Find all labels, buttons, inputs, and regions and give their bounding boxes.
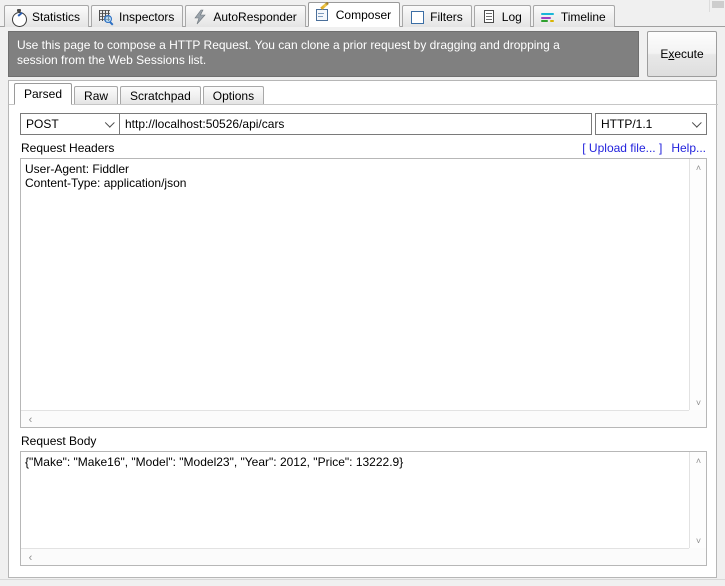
execute-button[interactable]: Ex ecute xyxy=(647,31,717,77)
tab-parsed-label: Parsed xyxy=(24,87,63,101)
request-body-horizontal-scrollbar[interactable]: ‹ › xyxy=(21,548,706,565)
tab-composer[interactable]: Composer xyxy=(307,1,401,27)
url-input[interactable]: http://localhost:50526/api/cars xyxy=(120,113,592,135)
composer-tab-strip: Parsed Raw Scratchpad Options xyxy=(14,83,266,105)
instruction-line-2: session from the Web Sessions list. xyxy=(17,53,207,67)
log-icon xyxy=(481,9,497,25)
request-headers-title: Request Headers xyxy=(21,141,115,155)
tab-filters-label: Filters xyxy=(430,9,463,24)
request-headers-labels: Request Headers [ Upload file... ] Help.… xyxy=(9,141,718,158)
tab-log[interactable]: Log xyxy=(473,5,531,27)
composer-header: Use this page to compose a HTTP Request.… xyxy=(8,31,717,77)
request-headers-value: User-Agent: Fiddler Content-Type: applic… xyxy=(25,162,187,190)
scrollbar-corner xyxy=(689,410,706,427)
scroll-up-icon[interactable]: ˄ xyxy=(690,159,707,176)
instruction-banner: Use this page to compose a HTTP Request.… xyxy=(8,31,639,77)
chevron-down-icon xyxy=(691,117,702,128)
composer-panel: Parsed Raw Scratchpad Options POST http:… xyxy=(8,80,718,578)
scrollbar-corner xyxy=(689,548,706,565)
tab-autoresponder[interactable]: AutoResponder xyxy=(185,5,306,27)
tab-scratchpad[interactable]: Scratchpad xyxy=(120,86,201,105)
http-method-select[interactable]: POST xyxy=(20,113,120,135)
http-version-select[interactable]: HTTP/1.1 xyxy=(595,113,707,135)
request-line: POST http://localhost:50526/api/cars HTT… xyxy=(20,113,707,135)
request-headers-horizontal-scrollbar[interactable]: ‹ › xyxy=(21,410,706,427)
tab-raw-label: Raw xyxy=(84,89,109,103)
timeline-icon xyxy=(540,9,556,25)
url-value: http://localhost:50526/api/cars xyxy=(125,117,285,131)
tab-statistics[interactable]: Statistics xyxy=(4,5,90,27)
tab-inspectors-label: Inspectors xyxy=(119,9,175,24)
tab-options[interactable]: Options xyxy=(202,86,265,105)
http-version-value: HTTP/1.1 xyxy=(601,117,653,131)
stopwatch-icon xyxy=(11,8,27,27)
compose-icon xyxy=(315,1,331,23)
inspector-icon xyxy=(98,9,114,25)
request-body-textarea[interactable]: {"Make": "Make16", "Model": "Model23", "… xyxy=(20,451,707,566)
tab-strip-divider xyxy=(9,104,718,105)
tab-options-label: Options xyxy=(212,89,255,103)
scroll-up-icon[interactable]: ˄ xyxy=(690,452,707,469)
tab-timeline-label: Timeline xyxy=(560,9,606,24)
http-method-value: POST xyxy=(26,117,59,131)
execute-prefix: E xyxy=(660,47,669,61)
tab-log-label: Log xyxy=(501,9,522,24)
lightning-icon xyxy=(192,9,208,25)
tab-composer-label: Composer xyxy=(335,7,392,22)
instruction-line-1: Use this page to compose a HTTP Request.… xyxy=(17,38,560,52)
execute-suffix: ecute xyxy=(674,47,704,61)
request-body-value: {"Make": "Make16", "Model": "Model23", "… xyxy=(25,455,404,469)
scroll-left-icon[interactable]: ‹ xyxy=(22,549,39,566)
request-body-labels: Request Body xyxy=(9,434,718,451)
scroll-down-icon[interactable]: ˅ xyxy=(690,394,707,411)
upload-file-link[interactable]: [ Upload file... ] xyxy=(582,141,662,155)
window-bottom-strip xyxy=(0,579,725,586)
chevron-down-icon xyxy=(104,117,115,128)
request-headers-vertical-scrollbar[interactable]: ˄ ˅ xyxy=(689,159,706,411)
main-tab-strip: Statistics Inspectors AutoResponder Comp… xyxy=(0,0,725,27)
tab-scratchpad-label: Scratchpad xyxy=(130,89,191,103)
request-body-title: Request Body xyxy=(21,434,97,448)
tab-raw[interactable]: Raw xyxy=(74,86,119,105)
tab-timeline[interactable]: Timeline xyxy=(532,5,615,27)
help-link[interactable]: Help... xyxy=(671,141,706,155)
request-headers-textarea[interactable]: User-Agent: Fiddler Content-Type: applic… xyxy=(20,158,707,428)
tab-autoresponder-label: AutoResponder xyxy=(213,9,297,24)
scroll-down-icon[interactable]: ˅ xyxy=(690,532,707,549)
request-body-vertical-scrollbar[interactable]: ˄ ˅ xyxy=(689,452,706,549)
scroll-left-icon[interactable]: ‹ xyxy=(22,411,39,428)
tab-filters[interactable]: Filters xyxy=(402,5,472,27)
window-scrollbar-fragment[interactable] xyxy=(709,0,725,12)
tab-parsed[interactable]: Parsed xyxy=(14,83,73,105)
filter-icon xyxy=(409,9,425,25)
tab-inspectors[interactable]: Inspectors xyxy=(91,5,184,27)
tab-statistics-label: Statistics xyxy=(32,9,81,24)
